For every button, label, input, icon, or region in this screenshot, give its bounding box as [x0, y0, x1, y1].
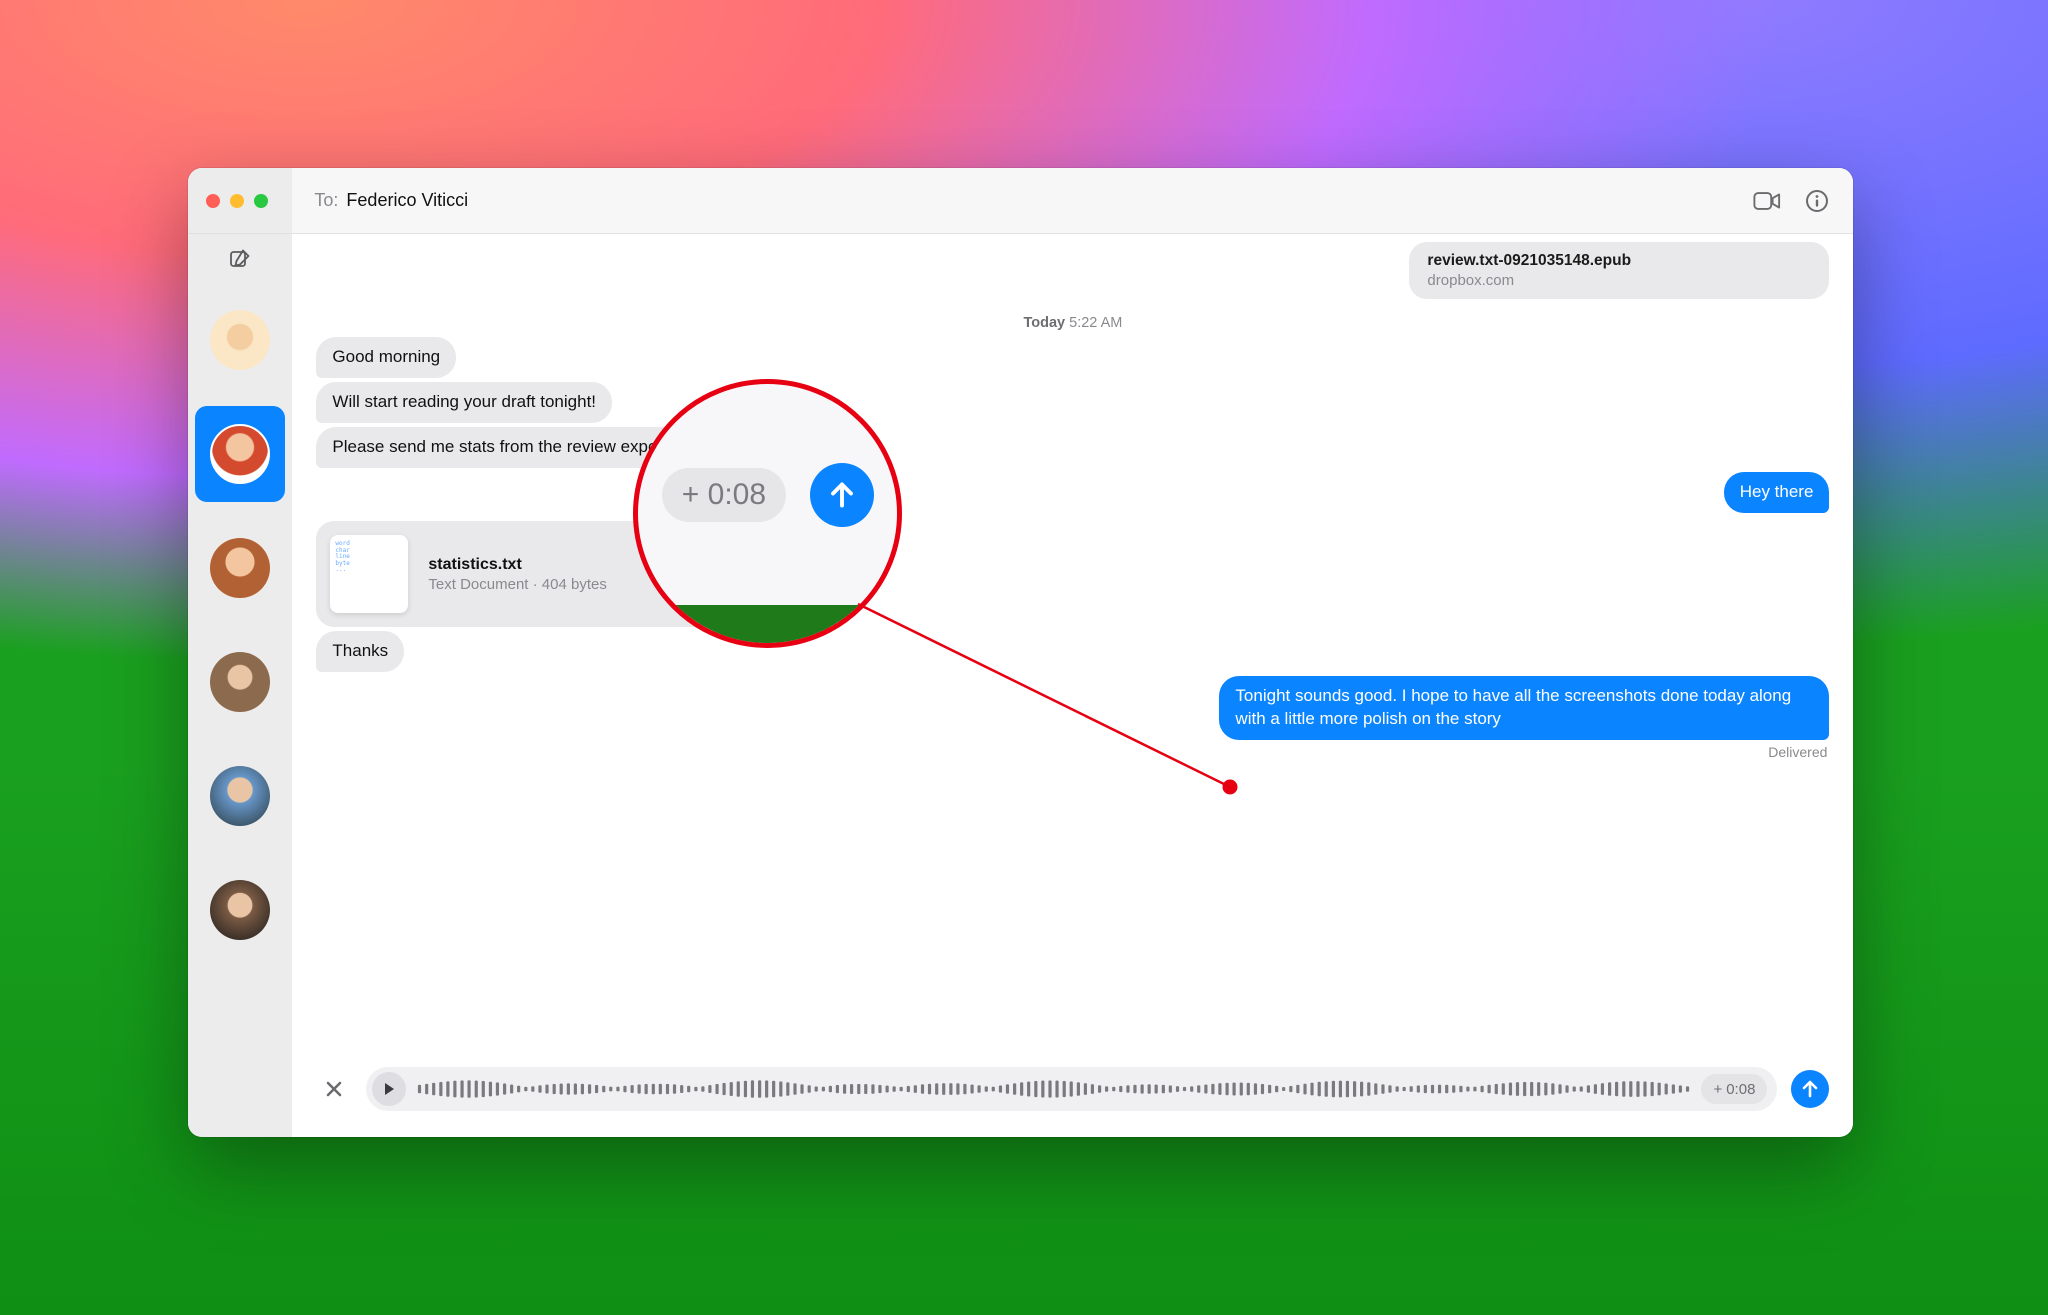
link-attachment[interactable]: review.txt-0921035148.epub dropbox.com [1409, 242, 1829, 299]
plus-icon: + [1713, 1081, 1722, 1098]
conversation-sidebar [188, 234, 292, 1137]
file-subtitle: Text Document · 404 bytes [428, 576, 606, 593]
avatar [210, 424, 270, 484]
timestamp-divider: Today 5:22 AM [316, 315, 1829, 331]
attachment-filename: review.txt-0921035148.epub [1427, 252, 1811, 270]
voice-message-input: + 0:08 [292, 1055, 1853, 1137]
window-titlebar-left [188, 168, 292, 234]
messages-window: To: Federico Viticci [188, 168, 1853, 1137]
avatar [210, 652, 270, 712]
timestamp-day: Today [1023, 315, 1065, 331]
conversation-item[interactable] [195, 634, 285, 730]
window-minimize-button[interactable] [230, 194, 244, 208]
file-name: statistics.txt [428, 556, 606, 574]
message-bubble-out[interactable]: Tonight sounds good. I hope to have all … [1219, 676, 1829, 740]
conversation-item[interactable] [195, 520, 285, 616]
facetime-video-icon[interactable] [1753, 190, 1781, 212]
window-close-button[interactable] [206, 194, 220, 208]
timestamp-time: 5:22 AM [1069, 315, 1122, 331]
message-bubble-in[interactable]: Good morning [316, 337, 456, 378]
avatar [210, 766, 270, 826]
play-voice-button[interactable] [372, 1072, 406, 1106]
conversation-item[interactable] [195, 748, 285, 844]
conversation-scroll[interactable]: review.txt-0921035148.epub dropbox.com T… [292, 234, 1853, 1055]
delivery-status: Delivered [318, 744, 1827, 760]
callout-duration-text: 0:08 [708, 478, 766, 512]
voice-duration-pill[interactable]: + 0:08 [1701, 1074, 1767, 1104]
plus-icon: + [682, 478, 700, 512]
attachment-domain: dropbox.com [1427, 272, 1811, 289]
details-info-icon[interactable] [1803, 190, 1831, 212]
avatar [210, 538, 270, 598]
conversation-item-selected[interactable] [195, 406, 285, 502]
avatar [210, 880, 270, 940]
conversation-main: review.txt-0921035148.epub dropbox.com T… [292, 234, 1853, 1137]
compose-button[interactable] [225, 244, 255, 274]
avatar [210, 310, 270, 370]
voice-message-capsule: + 0:08 [366, 1067, 1777, 1111]
callout-duration-pill: + 0:08 [662, 468, 786, 522]
voice-waveform[interactable] [416, 1076, 1691, 1102]
send-voice-button[interactable] [1791, 1070, 1829, 1108]
conversation-header: To: Federico Viticci [292, 168, 1853, 234]
callout-send-button [810, 463, 874, 527]
message-bubble-out[interactable]: Hey there [1724, 472, 1830, 513]
file-thumbnail-icon: wordcharlinebyte... [330, 535, 408, 613]
message-bubble-in[interactable]: Will start reading your draft tonight! [316, 382, 612, 423]
conversation-item[interactable] [195, 862, 285, 958]
voice-duration-text: 0:08 [1726, 1081, 1755, 1098]
cancel-voice-button[interactable] [316, 1071, 352, 1107]
window-zoom-button[interactable] [254, 194, 268, 208]
recipient-name[interactable]: Federico Viticci [346, 190, 468, 211]
message-bubble-in[interactable]: Please send me stats from the review exp… [316, 427, 683, 468]
callout-magnifier: + 0:08 [638, 384, 897, 643]
conversation-item[interactable] [195, 292, 285, 388]
message-bubble-in[interactable]: Thanks [316, 631, 404, 672]
to-label: To: [314, 190, 338, 211]
